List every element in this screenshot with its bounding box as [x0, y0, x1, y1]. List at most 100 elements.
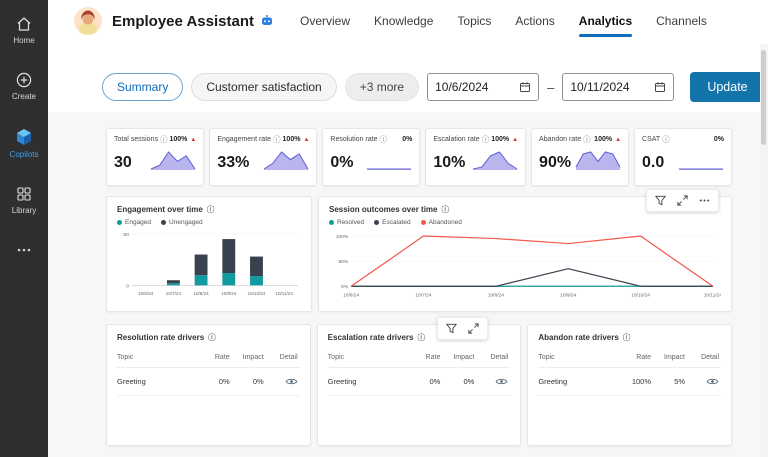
card-title-text: Resolution rate drivers [117, 333, 205, 342]
kpi-card-total-sessions[interactable]: Total sessions ⓘ 100% ▲ 30 [106, 128, 205, 186]
detail-eye-icon[interactable] [474, 377, 508, 386]
table-row[interactable]: Greeting 0% 0% [327, 368, 511, 396]
info-icon[interactable]: ⓘ [208, 334, 216, 342]
info-icon[interactable]: ⓘ [379, 136, 387, 144]
tab-topics[interactable]: Topics [457, 0, 491, 42]
calendar-icon[interactable] [654, 81, 666, 93]
detail-eye-icon[interactable] [264, 377, 298, 386]
sidebar-item-copilots[interactable]: Copilots [0, 122, 48, 164]
kpi-card-abandon-rate[interactable]: Abandon rate ⓘ 100% ▲ 90% [531, 128, 630, 186]
filter-icon[interactable] [445, 322, 458, 335]
table-header: Topic Rate Impact Detail [327, 354, 511, 368]
kpi-label: Abandon rate [539, 136, 582, 144]
filter-pill-customer-satisfaction[interactable]: Customer satisfaction [191, 73, 337, 101]
info-icon[interactable]: ⓘ [273, 136, 281, 144]
svg-text:100%: 100% [336, 234, 349, 240]
chart-legend: Engaged Unengaged [117, 218, 301, 226]
info-icon[interactable]: ⓘ [583, 136, 591, 144]
dashboard-content: Total sessions ⓘ 100% ▲ 30 Engagement ra… [48, 112, 768, 457]
resolution-rate-drivers-card: Resolution rate drivers ⓘ Topic Rate Imp… [106, 324, 311, 446]
topic-cell: Greeting [117, 377, 146, 386]
table-row[interactable]: Greeting 100% 5% [538, 368, 722, 396]
sidebar-item-label: Create [11, 92, 36, 101]
kpi-change: 100% [491, 136, 510, 144]
escalation-rate-drivers-card: Escalation rate drivers ⓘ Topic Rate Imp… [316, 317, 522, 446]
sidebar-item-home[interactable]: Home [0, 10, 48, 50]
start-date-input[interactable]: 10/6/2024 [427, 73, 540, 101]
session-outcomes-card: Session outcomes over time ⓘ Resolved Esc… [318, 189, 732, 312]
table-header: Topic Rate Impact Detail [538, 354, 722, 368]
detail-eye-icon[interactable] [685, 377, 719, 386]
kpi-card-resolution-rate[interactable]: Resolution rate ⓘ 0% ▲ 0% [322, 128, 421, 186]
trend-up-icon: ▲ [303, 136, 310, 143]
legend-item[interactable]: Abandoned [420, 218, 462, 226]
info-icon[interactable]: ⓘ [160, 136, 168, 144]
table-header: Topic Rate Impact Detail [117, 354, 300, 368]
card-title-text: Abandon rate drivers [538, 333, 619, 342]
svg-text:0%: 0% [341, 284, 349, 290]
kpi-card-escalation-rate[interactable]: Escalation rate ⓘ 100% ▲ 10% [425, 128, 527, 186]
svg-text:50: 50 [123, 232, 129, 238]
engagement-bar-chart: 0 50 10/6/24 10/7/24 10/8/24 10/9/24 10/10/24 1… [123, 232, 299, 296]
column-header: Topic [327, 354, 345, 361]
expand-icon[interactable] [676, 194, 689, 207]
sidebar-item-more[interactable] [0, 236, 48, 264]
info-icon[interactable]: ⓘ [623, 334, 631, 342]
column-header: Detail [701, 354, 720, 361]
kpi-card-csat[interactable]: CSAT ⓘ 0% ▲ 0.0 [634, 128, 733, 186]
kpi-label: CSAT [642, 136, 661, 144]
info-icon[interactable]: ⓘ [418, 334, 426, 342]
more-icon[interactable] [698, 194, 711, 207]
legend-dot [329, 219, 334, 225]
legend-item[interactable]: Unengaged [161, 218, 203, 226]
drivers-row: Resolution rate drivers ⓘ Topic Rate Imp… [106, 317, 733, 446]
kpi-row: Total sessions ⓘ 100% ▲ 30 Engagement ra… [106, 128, 733, 186]
filter-icon[interactable] [654, 194, 667, 207]
svg-text:10/8/24: 10/8/24 [194, 291, 210, 296]
kpi-value: 0.0 [642, 153, 665, 171]
tab-analytics[interactable]: Analytics [578, 0, 633, 42]
abandon-rate-drivers-card: Abandon rate drivers ⓘ Topic Rate Impact… [527, 324, 733, 446]
card-title-text: Escalation rate drivers [327, 333, 414, 342]
update-button[interactable]: Update [690, 72, 765, 102]
kpi-sparkline [575, 150, 621, 170]
tab-channels[interactable]: Channels [656, 0, 707, 42]
legend-item[interactable]: Resolved [329, 218, 364, 226]
filter-pill-more[interactable]: +3 more [344, 73, 420, 101]
calendar-icon[interactable] [519, 81, 531, 93]
sidebar-item-create[interactable]: Create [0, 66, 48, 106]
topic-cell: Greeting [538, 377, 568, 386]
kpi-label: Resolution rate [330, 136, 378, 144]
info-icon[interactable]: ⓘ [441, 206, 449, 214]
kpi-sparkline [472, 150, 518, 170]
info-icon[interactable]: ⓘ [207, 206, 215, 214]
scrollbar-thumb[interactable] [761, 50, 766, 145]
app-window: Home Create Copilots Library Employee As… [0, 0, 768, 457]
filter-pill-summary[interactable]: Summary [102, 73, 184, 101]
legend-item[interactable]: Engaged [117, 218, 151, 226]
sidebar-item-library[interactable]: Library [0, 180, 48, 220]
session-outcomes-line-chart: 0% 50% 100% 10/6/24 10/7/24 10/8/24 10/9/24 10/… [336, 234, 721, 298]
impact-cell: 5% [674, 377, 686, 386]
column-header: Rate [214, 354, 230, 361]
rate-cell: 100% [631, 377, 652, 386]
info-icon[interactable]: ⓘ [482, 136, 490, 144]
expand-icon[interactable] [467, 322, 480, 335]
legend-dot [420, 219, 426, 225]
kpi-value: 10% [433, 153, 466, 171]
impact-cell: 0% [463, 377, 475, 386]
tab-knowledge[interactable]: Knowledge [374, 0, 433, 42]
info-icon[interactable]: ⓘ [662, 136, 670, 144]
column-header: Topic [538, 354, 555, 361]
column-header: Rate [636, 354, 652, 361]
table-row[interactable]: Greeting 0% 0% [117, 368, 300, 396]
column-header: Detail [490, 354, 509, 361]
impact-cell: 0% [252, 377, 264, 386]
kpi-card-engagement-rate[interactable]: Engagement rate ⓘ 100% ▲ 33% [209, 128, 318, 186]
legend-item[interactable]: Escalated [374, 218, 411, 226]
kpi-change: 0% [402, 136, 413, 144]
tab-overview[interactable]: Overview [300, 0, 350, 42]
end-date-input[interactable]: 10/11/2024 [562, 73, 675, 101]
tab-actions[interactable]: Actions [515, 0, 554, 42]
kpi-label: Engagement rate [217, 136, 272, 144]
